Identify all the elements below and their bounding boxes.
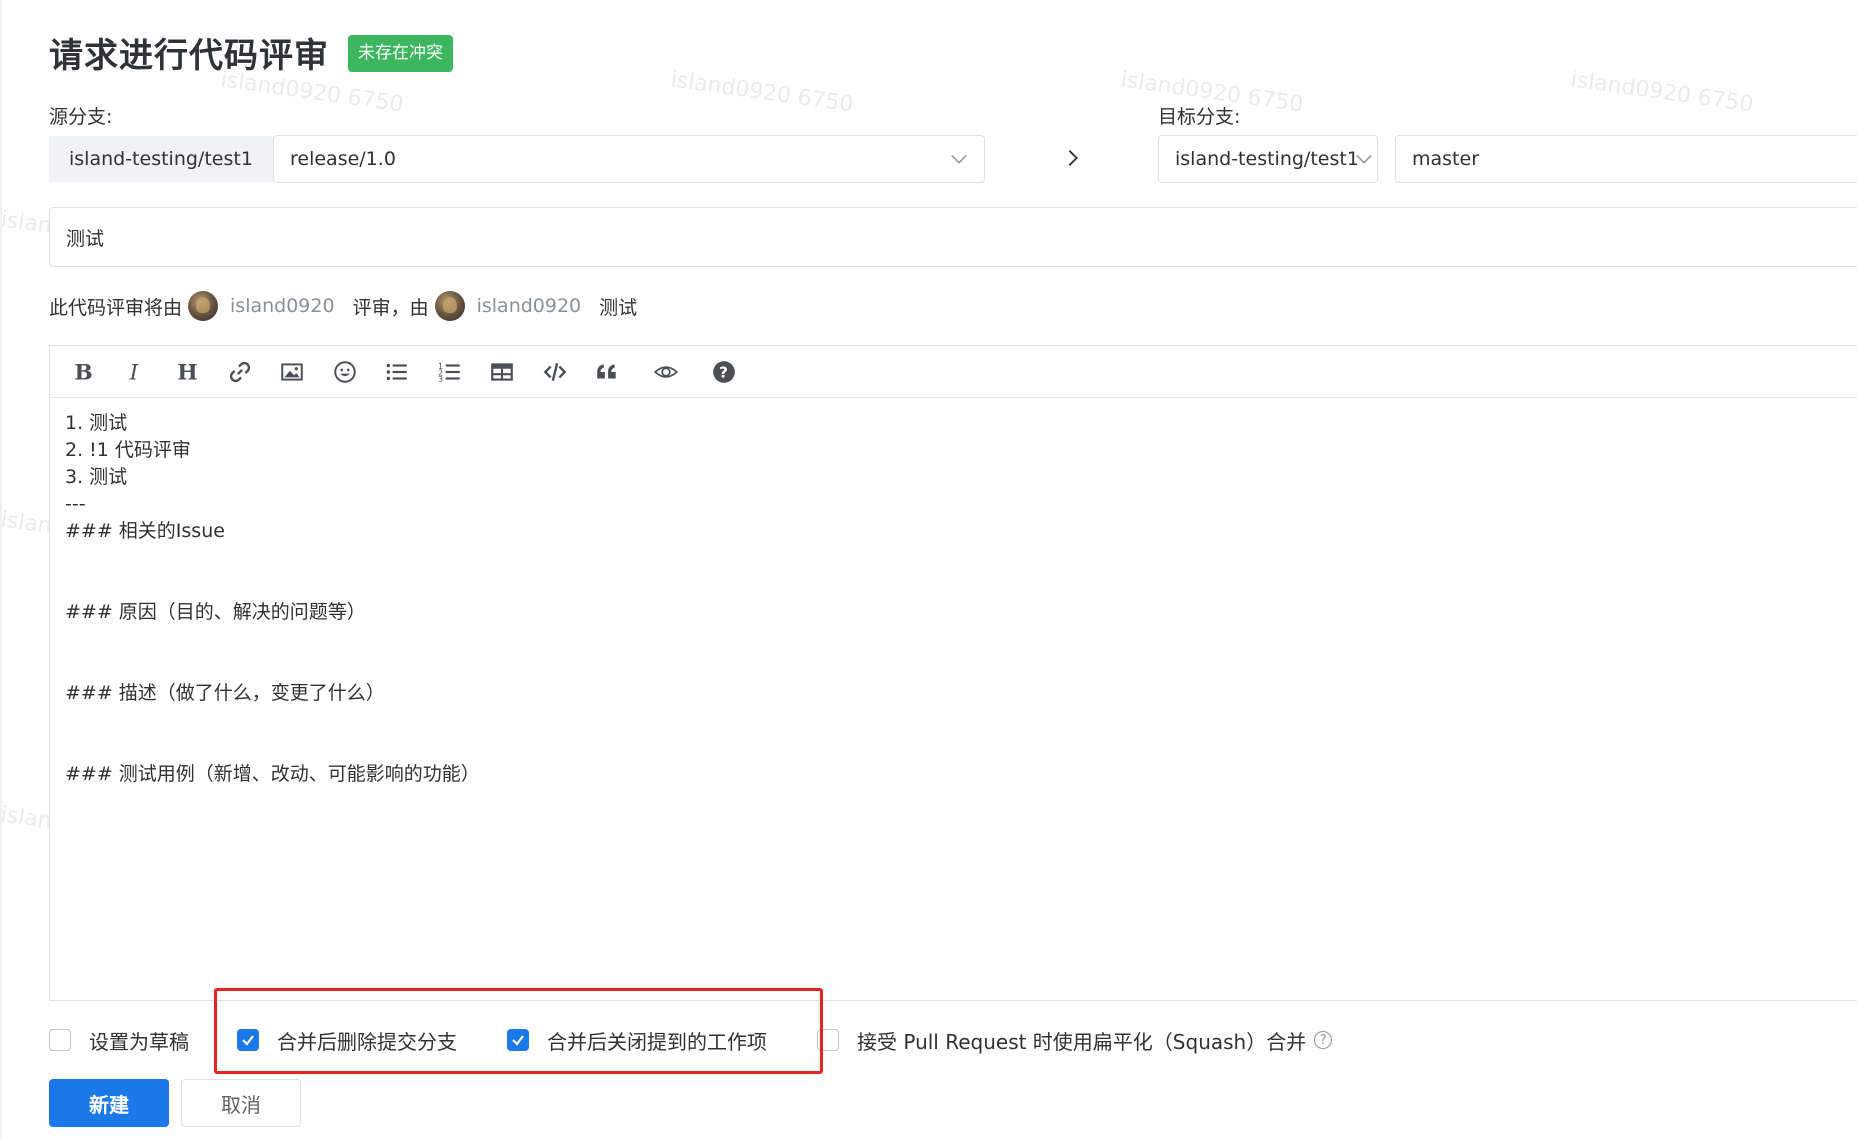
bold-icon[interactable]: B [64,354,100,390]
avatar [188,291,219,321]
target-branch-label: 目标分支: [1158,106,1241,128]
preview-icon[interactable] [648,354,684,390]
chevron-down-icon [1356,154,1372,164]
reviewer-name[interactable]: island0920 [230,295,335,317]
target-repo-value: island-testing/test1 [1175,148,1359,170]
draft-checkbox[interactable] [49,1029,71,1051]
reviewer-line: 此代码评审将由 island0920 评审，由 island0920 测试 [49,290,637,322]
question-icon[interactable]: ? [1314,1031,1333,1049]
svg-text:I: I [128,360,138,384]
chevron-down-icon [951,154,967,164]
delete-branch-checkbox[interactable] [237,1029,259,1051]
squash-checkbox[interactable] [817,1029,839,1051]
source-branch-label: 源分支: [49,106,113,128]
check-icon [242,1035,254,1046]
close-issues-label: 合并后关闭提到的工作项 [547,1029,767,1054]
editor-toolbar: B I H 123 ? [50,346,1857,398]
image-icon[interactable] [274,354,310,390]
target-repo-select[interactable]: island-testing/test1 [1158,135,1378,183]
editor-textarea[interactable]: 1. 测试 2. !1 代码评审 3. 测试 --- ### 相关的Issue … [50,398,1857,788]
ordered-list-icon[interactable]: 123 [432,354,468,390]
close-issues-checkbox[interactable] [507,1029,529,1051]
target-branch-select[interactable]: master [1395,135,1857,183]
svg-text:H: H [177,360,197,384]
draft-label: 设置为草稿 [89,1029,189,1054]
code-icon[interactable] [537,354,573,390]
emoji-icon[interactable] [327,354,363,390]
reviewer-middle: 评审，由 [352,296,429,319]
create-button[interactable]: 新建 [49,1079,169,1127]
watermark-text: island0920 6750 [1569,67,1755,118]
reviewer-suffix: 测试 [599,296,638,319]
status-badge: 未存在冲突 [348,35,453,72]
squash-label: 接受 Pull Request 时使用扁平化（Squash）合并 [857,1029,1307,1054]
cancel-button[interactable]: 取消 [181,1079,301,1127]
target-branch-value: master [1412,148,1480,170]
avatar [434,291,465,321]
unordered-list-icon[interactable] [379,354,415,390]
source-branch-value: release/1.0 [290,148,396,170]
heading-icon[interactable]: H [169,354,205,390]
options-row: 设置为草稿 合并后删除提交分支 合并后关闭提到的工作项 接受 Pull Requ… [49,1022,1333,1058]
chevron-right-icon [1068,150,1078,166]
left-border [0,0,2,1140]
table-icon[interactable] [484,354,520,390]
svg-text:?: ? [719,363,728,381]
page: island0920 6750 island0920 6750 island0920… [0,0,1857,1140]
help-icon[interactable]: ? [706,354,742,390]
watermark-text: island0920 6750 [669,67,855,118]
svg-text:B: B [74,360,92,384]
source-repo: island-testing/test1 [49,136,273,182]
link-icon[interactable] [222,354,258,390]
italic-icon[interactable]: I [117,354,153,390]
markdown-editor: B I H 123 ? 1. 测试 2. !1 代码评审 3. 测试 --- #… [49,345,1857,1001]
title-input[interactable] [49,207,1857,267]
page-title: 请求进行代码评审 [49,36,329,76]
delete-branch-label: 合并后删除提交分支 [277,1029,457,1054]
author-name[interactable]: island0920 [477,295,582,317]
source-branch-select[interactable]: release/1.0 [273,135,985,183]
reviewer-prefix: 此代码评审将由 [49,296,183,319]
svg-text:3: 3 [438,374,443,383]
quote-icon[interactable] [589,354,625,390]
check-icon [512,1035,524,1046]
